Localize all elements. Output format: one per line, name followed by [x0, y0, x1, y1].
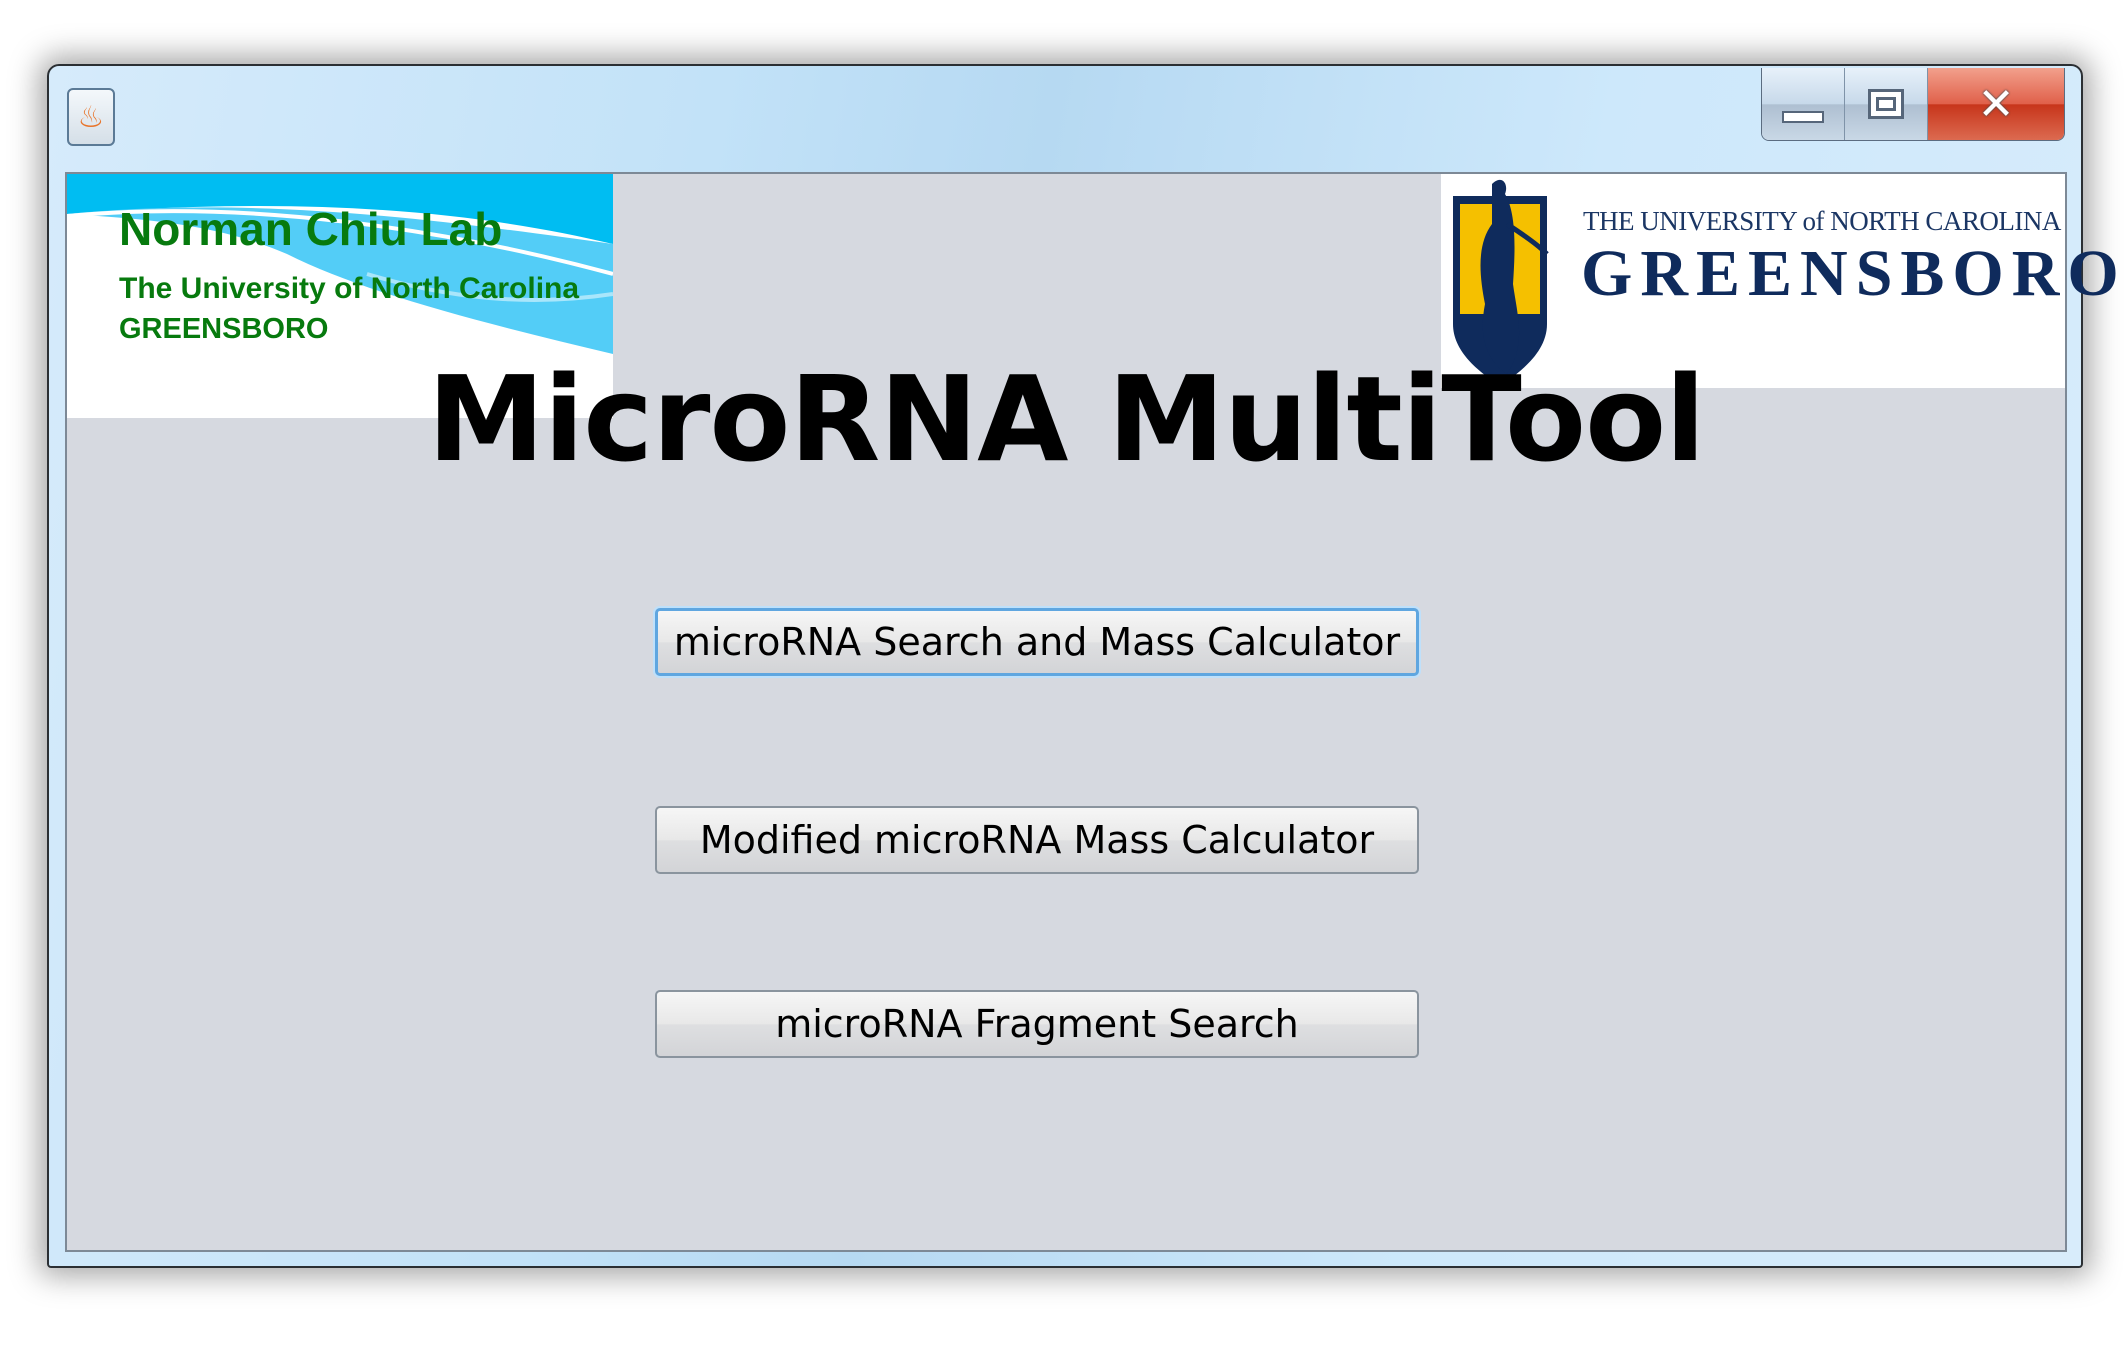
app-window: ♨ ✕ Norman Chiu Lab The University of No… [47, 64, 2119, 1268]
maximize-button[interactable] [1845, 68, 1928, 140]
fragment-search-button[interactable]: microRNA Fragment Search [655, 990, 1419, 1058]
close-icon: ✕ [1977, 78, 2015, 130]
maximize-icon [1868, 89, 1904, 119]
lab-campus: GREENSBORO [119, 313, 329, 345]
close-button[interactable]: ✕ [1928, 68, 2064, 140]
uncg-line1: THE UNIVERSITY of NORTH CAROLINA [1583, 206, 2061, 236]
app-title: MicroRNA MultiTool [67, 350, 2065, 488]
window-controls: ✕ [1761, 68, 2065, 141]
java-app-icon[interactable]: ♨ [67, 88, 115, 146]
modified-mass-calculator-button[interactable]: Modified microRNA Mass Calculator [655, 806, 1419, 874]
minimize-icon [1782, 111, 1824, 123]
minimize-button[interactable] [1762, 68, 1845, 140]
uncg-line2: GREENSBORO [1581, 237, 2124, 310]
lab-university: The University of North Carolina [119, 272, 580, 305]
main-panel: Norman Chiu Lab The University of North … [65, 172, 2119, 1252]
app-title-text: MicroRNA MultiTool [427, 350, 1705, 488]
lab-name: Norman Chiu Lab [119, 203, 503, 255]
search-mass-calculator-button[interactable]: microRNA Search and Mass Calculator [655, 608, 1419, 676]
